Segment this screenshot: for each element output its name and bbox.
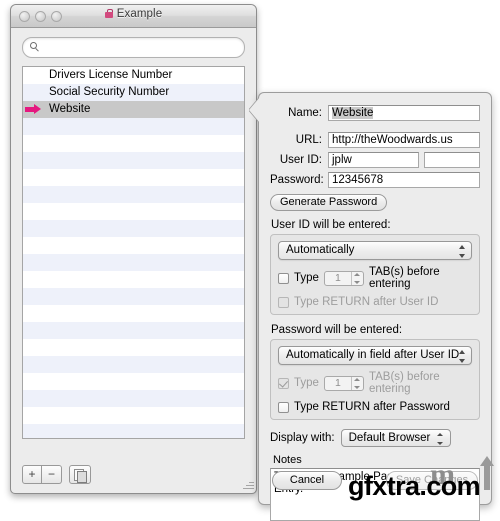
list-item[interactable] [23,135,244,152]
password-options-group: Automatically in field after User ID Typ… [270,339,480,420]
password-field[interactable]: 12345678 [328,172,480,188]
search-icon [30,42,39,52]
list-item[interactable] [23,220,244,237]
password-tab-count-stepper[interactable]: 1 [323,375,364,391]
panel-footer: Cancel Save Changes [259,464,491,504]
list-item[interactable] [23,356,244,373]
userid-tab-count-value: 1 [335,271,341,284]
password-return-label: Type RETURN after Password [294,401,450,413]
window-title-label: Example [116,8,163,20]
list-item[interactable] [23,254,244,271]
cancel-button[interactable]: Cancel [272,471,342,490]
stepper-arrows-icon[interactable] [352,272,363,285]
entry-detail-panel: Name: Website URL: http://theWoodwards.u… [249,92,492,521]
list-item-label: Website [49,103,91,115]
list-item[interactable] [23,339,244,356]
title-bar[interactable]: Example [11,5,256,28]
list-item[interactable] [23,169,244,186]
resize-grip[interactable] [241,478,254,491]
password-section-title: Password will be entered: [271,324,403,336]
name-field-value: Website [332,107,374,119]
selection-arrow-icon [25,104,43,115]
name-row: Name: Website [270,105,480,121]
list-item[interactable] [23,305,244,322]
list-item[interactable] [23,407,244,424]
userid-return-row: Type RETURN after User ID [278,296,472,308]
password-row: Password: 12345678 [270,172,480,188]
userid-section-title: User ID will be entered: [271,219,391,231]
userid-tab-count-stepper[interactable]: 1 [323,270,364,286]
list-item[interactable] [23,186,244,203]
userid-return-checkbox[interactable] [278,296,289,308]
search-input[interactable] [44,40,238,56]
userid-return-label: Type RETURN after User ID [294,296,439,308]
generate-password-button[interactable]: Generate Password [270,194,388,211]
list-item[interactable] [23,322,244,339]
password-tab-label-a: Type [294,377,319,389]
chevron-updown-icon [458,350,467,363]
save-changes-button: Save Changes [386,471,478,490]
password-mode-value: Automatically in field after User ID [286,349,460,361]
search-bar [11,28,256,66]
chevron-updown-icon [436,433,445,445]
display-with-row: Display with: Default Browser [270,429,480,447]
userid-label: User ID: [279,154,322,166]
display-with-value: Default Browser [348,432,431,444]
password-label: Password: [270,174,324,186]
entries-list[interactable]: Drivers License Number Social Security Nu… [22,66,245,439]
url-field[interactable]: http://theWoodwards.us [328,132,480,148]
password-tab-label-b: TAB(s) before entering [368,371,440,395]
list-item[interactable] [23,118,244,135]
password-return-row: Type RETURN after Password [278,401,472,413]
url-row: URL: http://theWoodwards.us [270,132,480,148]
list-item[interactable] [23,424,244,438]
list-item[interactable] [23,237,244,254]
search-field[interactable] [22,37,245,58]
userid-tab-checkbox[interactable] [278,272,289,284]
userid-extra-field[interactable] [424,152,480,168]
password-tab-checkbox[interactable] [278,377,289,389]
window-title: Example [11,8,256,20]
userid-tab-label-b: TAB(s) before entering [368,266,440,290]
userid-mode-value: Automatically [286,244,355,256]
list-item[interactable] [23,152,244,169]
list-item[interactable] [23,288,244,305]
password-tab-count-value: 1 [335,376,341,389]
list-item[interactable]: Social Security Number [23,84,244,101]
userid-field[interactable]: jplw [328,152,419,168]
list-item[interactable]: Website [23,101,244,118]
duplicate-entry-button[interactable] [69,465,91,484]
stepper-arrows-icon[interactable] [352,377,363,390]
main-window: Example Drivers License Number Social Sec… [10,4,257,494]
lock-icon [104,9,113,18]
list-toolbar: + − [22,465,91,484]
userid-options-group: Automatically Type 1 TAB(s) before enter… [270,234,480,315]
userid-tab-label-a: Type [294,272,319,284]
password-return-checkbox[interactable] [278,401,289,413]
display-with-label: Display with: [270,432,335,444]
display-with-select[interactable]: Default Browser [340,429,452,447]
name-label: Name: [288,107,322,119]
url-label: URL: [295,134,322,146]
list-item[interactable]: Drivers License Number [23,67,244,84]
userid-row: User ID: jplw [270,152,480,168]
remove-entry-button[interactable]: − [42,465,62,484]
userid-mode-select[interactable]: Automatically [278,241,472,260]
name-field[interactable]: Website [328,105,480,121]
list-item-label: Social Security Number [49,86,170,98]
list-item[interactable] [23,271,244,288]
list-item-label: Drivers License Number [49,69,173,81]
list-item[interactable] [23,203,244,220]
chevron-updown-icon [458,245,467,258]
password-mode-select[interactable]: Automatically in field after User ID [278,346,472,365]
add-entry-button[interactable]: + [22,465,42,484]
list-item[interactable] [23,373,244,390]
userid-tab-row: Type 1 TAB(s) before entering [278,266,472,290]
list-item[interactable] [23,390,244,407]
password-tab-row: Type 1 TAB(s) before entering [278,371,472,395]
callout-arrow-icon [249,97,260,123]
